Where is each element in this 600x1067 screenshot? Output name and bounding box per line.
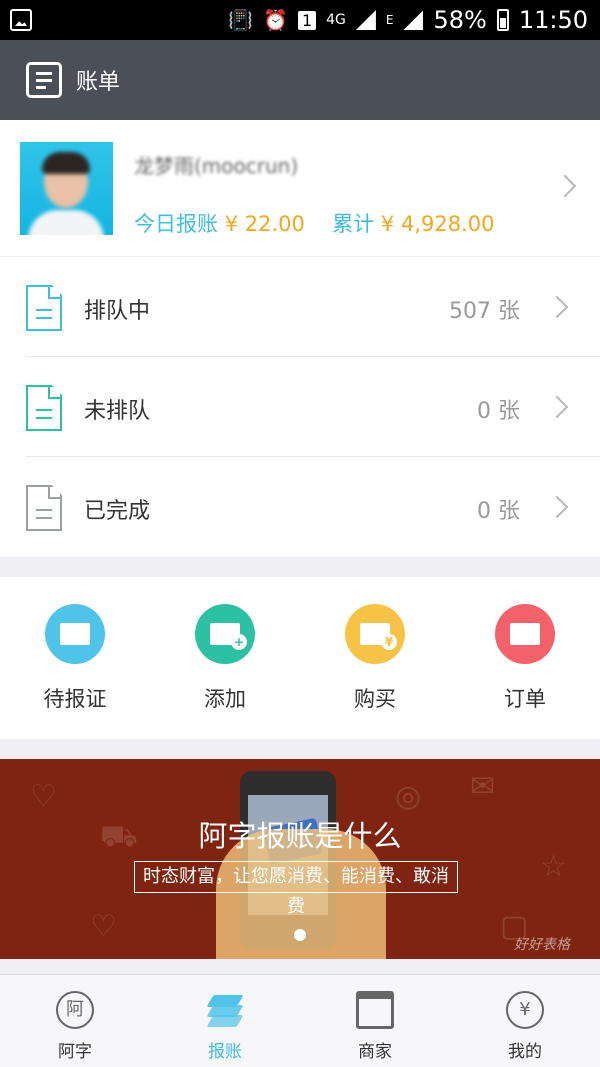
store-icon: [356, 991, 394, 1029]
document-icon: [26, 485, 62, 531]
action-label: 订单: [504, 687, 546, 711]
signal-2-icon: [403, 10, 424, 30]
action-grid: 待报证 + 添加 ¥ 购买 订单: [0, 577, 600, 739]
tab-label: 我的: [508, 1042, 542, 1062]
banner-logo: 好好表格: [514, 937, 570, 953]
ticket-add-icon: +: [195, 604, 255, 664]
network-type: 4G: [326, 12, 346, 28]
azi-icon: 阿: [56, 991, 94, 1029]
battery-percent: 58%: [433, 6, 487, 34]
tab-bar: 阿 阿字 报账 商家 ¥ 我的: [0, 974, 600, 1067]
tab-azi[interactable]: 阿 阿字: [0, 975, 150, 1067]
list-item-count: 0 张: [477, 399, 520, 424]
today-value: ¥ 22.00: [224, 212, 305, 236]
carousel-dot[interactable]: [294, 929, 306, 941]
gift-icon: ✉: [470, 769, 496, 804]
app-bar: 账单: [0, 40, 600, 120]
yen-icon: ¥: [506, 991, 544, 1029]
list-item-label: 排队中: [84, 299, 151, 324]
total-label: 累计: [332, 212, 375, 236]
action-label: 添加: [204, 687, 246, 711]
gallery-notification-icon: [10, 9, 32, 31]
signal-icon: [355, 10, 376, 30]
heart-icon: ♡: [90, 909, 117, 944]
list-item-label: 未排队: [84, 399, 151, 424]
tab-label: 报账: [208, 1042, 242, 1062]
alarm-icon: ⏰: [263, 8, 288, 32]
list-item-count: 0 张: [477, 499, 520, 524]
chevron-right-icon: [545, 295, 569, 319]
today-label: 今日报账: [134, 212, 218, 236]
clock: 11:50: [518, 6, 588, 34]
sim-slot-icon: 1: [297, 10, 317, 30]
bill-icon[interactable]: [26, 62, 62, 98]
avatar[interactable]: [20, 142, 113, 235]
document-icon: [26, 385, 62, 431]
orders-button[interactable]: 订单: [450, 577, 600, 739]
action-label: 购买: [354, 687, 396, 711]
list-item-queued[interactable]: 排队中 507 张: [0, 257, 600, 357]
globe-icon: ◎: [395, 779, 422, 814]
tab-label: 商家: [358, 1042, 392, 1062]
action-label: 待报证: [43, 687, 107, 711]
vibrate-icon: 📳: [228, 8, 254, 32]
ticket-list-icon: [495, 604, 555, 664]
total-value: ¥ 4,928.00: [380, 212, 495, 236]
list-item-count: 507 张: [449, 299, 520, 324]
status-list: 排队中 507 张 未排队 0 张 已完成 0 张: [0, 257, 600, 557]
status-bar: 📳 ⏰ 1 4G E 58% 11:50: [0, 0, 600, 40]
pending-voucher-button[interactable]: 待报证: [0, 577, 150, 739]
battery-icon: [496, 9, 509, 31]
heart-icon: ♡: [30, 779, 57, 814]
list-item-not-queued[interactable]: 未排队 0 张: [0, 357, 600, 457]
profile-name: 龙梦雨(moocrun): [134, 154, 299, 178]
chevron-right-icon: [545, 495, 569, 519]
ticket-buy-icon: ¥: [345, 604, 405, 664]
layers-icon: [206, 991, 244, 1029]
chevron-right-icon: [545, 395, 569, 419]
list-item-completed[interactable]: 已完成 0 张: [0, 457, 600, 557]
page-title: 账单: [76, 70, 121, 95]
tab-merchant[interactable]: 商家: [300, 975, 450, 1067]
banner-title: 阿字报账是什么: [198, 819, 402, 853]
tab-mine[interactable]: ¥ 我的: [450, 975, 600, 1067]
add-button[interactable]: + 添加: [150, 577, 300, 739]
document-icon: [26, 285, 62, 331]
ticket-icon: [45, 604, 105, 664]
tab-reimburse[interactable]: 报账: [150, 975, 300, 1067]
tab-label: 阿字: [58, 1042, 92, 1062]
profile-stats: 今日报账 ¥ 22.00 累计 ¥ 4,928.00: [134, 208, 494, 238]
list-item-label: 已完成: [84, 499, 151, 524]
buy-button[interactable]: ¥ 购买: [300, 577, 450, 739]
carrier-tag: E: [385, 13, 394, 27]
banner-subtitle: 时态财富，让您愿消费、能消费、敢消费: [134, 861, 458, 917]
